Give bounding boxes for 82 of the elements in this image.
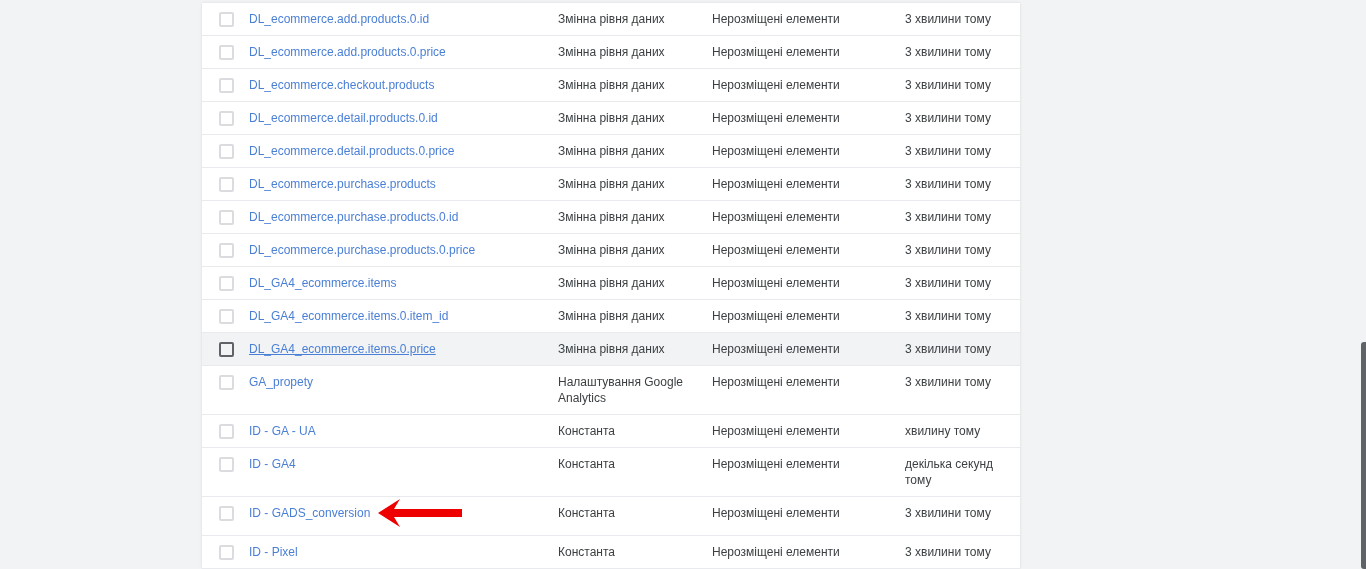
folder-cell-text: Нерозміщені елементи (712, 308, 841, 325)
table-row[interactable]: DL_GA4_ecommerce.items Змінна рівня даних Нерозміщені елементи 3 хвилини тому (202, 267, 1020, 300)
scrollbar-thumb[interactable] (1361, 342, 1366, 569)
variable-link[interactable]: DL_GA4_ecommerce.items.0.price (249, 341, 436, 357)
table-row[interactable]: DL_ecommerce.add.products.0.price Змінна рівня даних Нерозміщені елементи 3 хвилини тому (202, 36, 1020, 69)
folder-cell-text: Нерозміщені елементи (712, 423, 841, 440)
table-row[interactable]: ID - GA4 Константа Нерозміщені елементи декілька секунд тому (202, 448, 1020, 497)
folder-cell-text: Нерозміщені елементи (712, 176, 841, 193)
edited-cell-text: 3 хвилини тому (905, 209, 992, 226)
folder-cell-text: Нерозміщені елементи (712, 456, 841, 473)
table-row[interactable]: ID - GA - UA Константа Нерозміщені елементи хвилину тому (202, 415, 1020, 448)
folder-cell-text: Нерозміщені елементи (712, 544, 841, 561)
edited-cell-text: 3 хвилини тому (905, 44, 992, 61)
variable-link[interactable]: ID - GA - UA (249, 423, 316, 439)
type-cell-text: Змінна рівня даних (558, 341, 666, 358)
table-row[interactable]: DL_ecommerce.detail.products.0.id Змінна рівня даних Нерозміщені елементи 3 хвилини тому (202, 102, 1020, 135)
edited-cell-text: 3 хвилини тому (905, 341, 992, 358)
folder-cell-text: Нерозміщені елементи (712, 209, 841, 226)
edited-cell-text: 3 хвилини тому (905, 176, 992, 193)
variable-link[interactable]: DL_ecommerce.checkout.products (249, 77, 435, 93)
variable-link[interactable]: DL_ecommerce.detail.products.0.price (249, 143, 455, 159)
table-row[interactable]: DL_ecommerce.purchase.products.0.id Змінна рівня даних Нерозміщені елементи 3 хвилини тому (202, 201, 1020, 234)
table-row[interactable]: ID - GADS_conversion Константа Нерозміщені елементи 3 хвилини тому (202, 497, 1020, 536)
row-checkbox[interactable] (218, 342, 234, 357)
edited-cell-text: 3 хвилини тому (905, 505, 992, 522)
variable-link[interactable]: DL_ecommerce.purchase.products.0.price (249, 242, 476, 258)
type-cell-text: Змінна рівня даних (558, 143, 666, 160)
type-cell-text: Змінна рівня даних (558, 242, 666, 259)
type-cell-text: Налаштування Google Analytics (558, 374, 684, 407)
table-row[interactable]: DL_ecommerce.add.products.0.id Змінна рівня даних Нерозміщені елементи 3 хвилини тому (202, 3, 1020, 36)
variable-link[interactable]: DL_ecommerce.purchase.products.0.id (249, 209, 459, 225)
folder-cell-text: Нерозміщені елементи (712, 77, 841, 94)
variable-link[interactable]: ID - GA4 (249, 456, 296, 472)
variable-link[interactable]: DL_ecommerce.add.products.0.price (249, 44, 446, 60)
variable-link[interactable]: DL_ecommerce.detail.products.0.id (249, 110, 438, 126)
type-cell-text: Змінна рівня даних (558, 209, 666, 226)
table-row[interactable]: DL_GA4_ecommerce.items.0.item_id Змінна рівня даних Нерозміщені елементи 3 хвилини тому (202, 300, 1020, 333)
type-cell-text: Змінна рівня даних (558, 110, 666, 127)
edited-cell-text: 3 хвилини тому (905, 110, 992, 127)
table-row[interactable]: DL_ecommerce.purchase.products.0.price Змінна рівня даних Нерозміщені елементи 3 хвилини тому (202, 234, 1020, 267)
edited-cell-text: 3 хвилини тому (905, 11, 992, 28)
table-row[interactable]: DL_ecommerce.purchase.products Змінна рівня даних Нерозміщені елементи 3 хвилини тому (202, 168, 1020, 201)
folder-cell-text: Нерозміщені елементи (712, 11, 841, 28)
edited-cell-text: декілька секунд тому (905, 456, 995, 489)
edited-cell-text: 3 хвилини тому (905, 275, 992, 292)
type-cell-text: Константа (558, 456, 616, 473)
table-row[interactable]: DL_ecommerce.checkout.products Змінна рівня даних Нерозміщені елементи 3 хвилини тому (202, 69, 1020, 102)
type-cell-text: Змінна рівня даних (558, 275, 666, 292)
table-row[interactable]: DL_GA4_ecommerce.items.0.price Змінна рівня даних Нерозміщені елементи 3 хвилини тому (202, 333, 1020, 366)
folder-cell-text: Нерозміщені елементи (712, 341, 841, 358)
type-cell-text: Константа (558, 505, 616, 522)
folder-cell-text: Нерозміщені елементи (712, 110, 841, 127)
folder-cell-text: Нерозміщені елементи (712, 505, 841, 522)
variable-link[interactable]: DL_ecommerce.purchase.products (249, 176, 436, 192)
edited-cell-text: 3 хвилини тому (905, 242, 992, 259)
edited-cell-text: 3 хвилини тому (905, 77, 992, 94)
table-row[interactable]: DL_ecommerce.detail.products.0.price Змінна рівня даних Нерозміщені елементи 3 хвилини тому (202, 135, 1020, 168)
edited-cell-text: 3 хвилини тому (905, 544, 992, 561)
edited-cell-text: хвилину тому (905, 423, 982, 440)
folder-cell-text: Нерозміщені елементи (712, 374, 841, 391)
edited-cell-text: 3 хвилини тому (905, 143, 992, 160)
type-cell-text: Змінна рівня даних (558, 11, 666, 28)
folder-cell-text: Нерозміщені елементи (712, 275, 841, 292)
type-cell-text: Змінна рівня даних (558, 44, 666, 61)
folder-cell-text: Нерозміщені елементи (712, 143, 841, 160)
edited-cell-text: 3 хвилини тому (905, 374, 992, 391)
variable-link[interactable]: DL_GA4_ecommerce.items (249, 275, 397, 291)
type-cell-text: Константа (558, 423, 616, 440)
folder-cell-text: Нерозміщені елементи (712, 242, 841, 259)
variable-link[interactable]: ID - Pixel (249, 544, 298, 560)
variable-link[interactable]: GA_propety (249, 374, 314, 390)
type-cell-text: Змінна рівня даних (558, 77, 666, 94)
edited-cell-text: 3 хвилини тому (905, 308, 992, 325)
variable-link[interactable]: ID - GADS_conversion (249, 505, 371, 521)
type-cell-text: Змінна рівня даних (558, 308, 666, 325)
table-row[interactable]: GA_propety Налаштування Google Analytics Нерозміщені елементи 3 хвилини тому (202, 366, 1020, 415)
type-cell-text: Константа (558, 544, 616, 561)
variable-link[interactable]: DL_GA4_ecommerce.items.0.item_id (249, 308, 449, 324)
variable-link[interactable]: DL_ecommerce.add.products.0.id (249, 11, 430, 27)
table-row[interactable]: ID - Pixel Константа Нерозміщені елементи 3 хвилини тому (202, 536, 1020, 569)
type-cell-text: Змінна рівня даних (558, 176, 666, 193)
folder-cell-text: Нерозміщені елементи (712, 44, 841, 61)
